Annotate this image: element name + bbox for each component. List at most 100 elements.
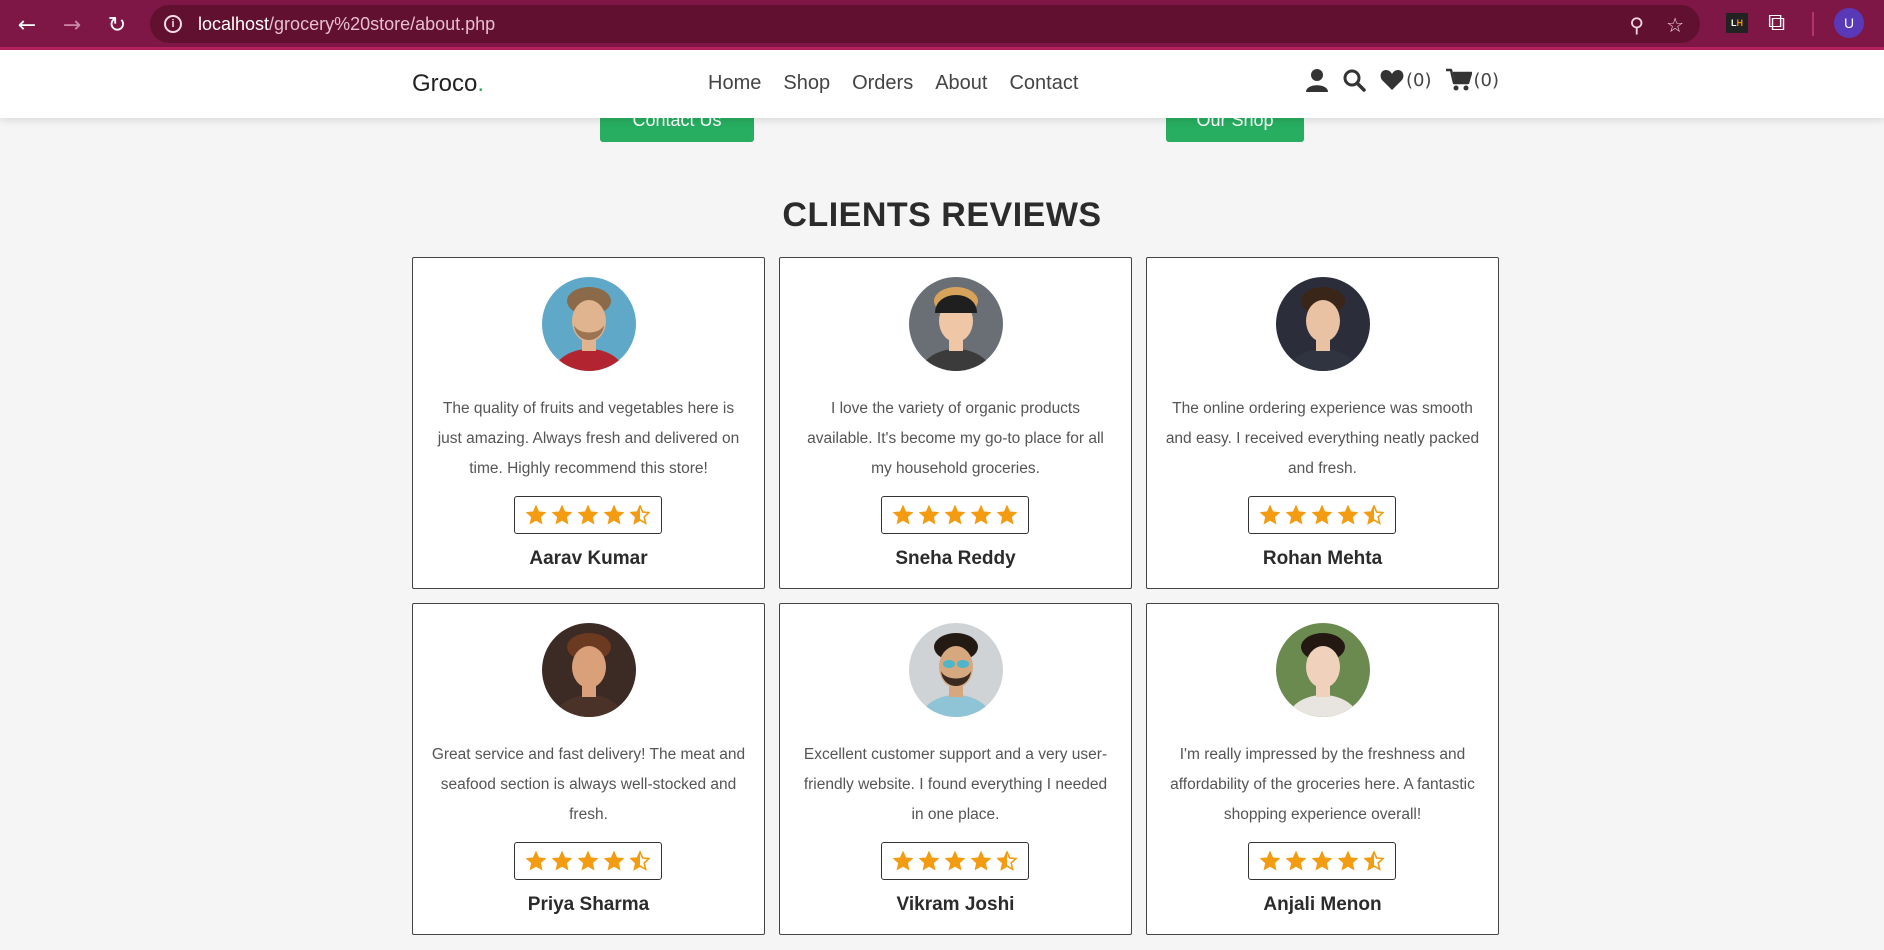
star-full-icon bbox=[526, 851, 546, 871]
star-full-icon bbox=[604, 505, 624, 525]
star-full-icon bbox=[893, 851, 913, 871]
nav-orders[interactable]: Orders bbox=[852, 72, 913, 95]
star-full-icon bbox=[1286, 505, 1306, 525]
url-path: /grocery%20store/about.php bbox=[269, 13, 496, 34]
star-full-icon bbox=[971, 505, 991, 525]
address-bar[interactable]: i localhost/grocery%20store/about.php ⚲ … bbox=[150, 5, 1700, 43]
wishlist-button[interactable]: (0) bbox=[1380, 69, 1432, 91]
nav-about[interactable]: About bbox=[935, 72, 987, 95]
reviewer-avatar bbox=[1276, 277, 1370, 371]
reviewer-avatar bbox=[909, 277, 1003, 371]
profile-avatar[interactable]: U bbox=[1834, 8, 1864, 38]
star-full-icon bbox=[945, 851, 965, 871]
nav-home[interactable]: Home bbox=[708, 72, 761, 95]
rating-stars bbox=[514, 496, 662, 534]
site-info-icon[interactable]: i bbox=[164, 15, 182, 33]
cart-count: (0) bbox=[1473, 69, 1500, 91]
star-full-icon bbox=[1338, 851, 1358, 871]
toolbar-divider bbox=[1812, 12, 1814, 36]
logo-text: Groco bbox=[412, 70, 478, 97]
reviewer-avatar bbox=[542, 623, 636, 717]
wishlist-count: (0) bbox=[1406, 69, 1432, 91]
rating-stars bbox=[1248, 842, 1396, 880]
portrait-image bbox=[1276, 623, 1370, 717]
star-full-icon bbox=[552, 505, 572, 525]
star-half-icon bbox=[1364, 505, 1384, 525]
ext-h: H bbox=[1736, 18, 1744, 28]
lighthouse-extension-icon[interactable]: LH bbox=[1726, 13, 1748, 33]
portrait-image bbox=[909, 623, 1003, 717]
reviewer-name: Priya Sharma bbox=[527, 894, 650, 915]
reviewer-avatar bbox=[1276, 623, 1370, 717]
star-full-icon bbox=[997, 505, 1017, 525]
review-card: Great service and fast delivery! The mea… bbox=[412, 603, 765, 935]
star-half-icon bbox=[997, 851, 1017, 871]
review-text: The quality of fruits and vegetables her… bbox=[437, 400, 740, 477]
star-full-icon bbox=[1312, 851, 1332, 871]
star-full-icon bbox=[1338, 505, 1358, 525]
site-header: Groco. Home Shop Orders About Contact (0… bbox=[0, 50, 1884, 118]
review-text: The online ordering experience was smoot… bbox=[1165, 400, 1480, 477]
cart-button[interactable]: (0) bbox=[1445, 68, 1500, 92]
reviewer-name: Sneha Reddy bbox=[895, 548, 1016, 569]
rating-stars bbox=[514, 842, 662, 880]
review-text: I love the variety of organic products a… bbox=[807, 400, 1104, 477]
portrait-image bbox=[1276, 277, 1370, 371]
review-card: I'm really impressed by the freshness an… bbox=[1146, 603, 1499, 935]
user-icon[interactable] bbox=[1306, 68, 1328, 92]
star-full-icon bbox=[919, 505, 939, 525]
reviewer-avatar bbox=[909, 623, 1003, 717]
reload-icon[interactable]: ↻ bbox=[102, 10, 132, 40]
star-full-icon bbox=[552, 851, 572, 871]
extensions-puzzle-icon[interactable]: ⧉ bbox=[1768, 8, 1785, 36]
star-full-icon bbox=[1260, 505, 1280, 525]
url-host: localhost bbox=[198, 13, 270, 34]
review-card: I love the variety of organic products a… bbox=[779, 257, 1132, 589]
review-card: Excellent customer support and a very us… bbox=[779, 603, 1132, 935]
star-full-icon bbox=[578, 505, 598, 525]
browser-toolbar: ← → ↻ i localhost/grocery%20store/about.… bbox=[0, 0, 1884, 50]
bookmark-star-icon[interactable]: ☆ bbox=[1666, 13, 1684, 37]
logo-dot: . bbox=[477, 70, 485, 97]
portrait-image bbox=[542, 277, 636, 371]
review-text: I'm really impressed by the freshness an… bbox=[1170, 746, 1475, 823]
star-full-icon bbox=[578, 851, 598, 871]
section-title: CLIENTS REVIEWS bbox=[782, 196, 1102, 234]
reviewer-avatar bbox=[542, 277, 636, 371]
heart-icon bbox=[1380, 70, 1404, 90]
portrait-image bbox=[542, 623, 636, 717]
star-full-icon bbox=[1260, 851, 1280, 871]
star-full-icon bbox=[604, 851, 624, 871]
review-card: The online ordering experience was smoot… bbox=[1146, 257, 1499, 589]
main-nav: Home Shop Orders About Contact bbox=[708, 72, 1078, 95]
star-full-icon bbox=[971, 851, 991, 871]
rating-stars bbox=[1248, 496, 1396, 534]
reviewer-name: Vikram Joshi bbox=[896, 894, 1015, 915]
portrait-image bbox=[909, 277, 1003, 371]
cart-icon bbox=[1445, 68, 1472, 91]
rating-stars bbox=[881, 496, 1029, 534]
star-full-icon bbox=[945, 505, 965, 525]
reviewer-name: Rohan Mehta bbox=[1262, 548, 1383, 569]
review-text: Great service and fast delivery! The mea… bbox=[431, 746, 746, 823]
star-full-icon bbox=[526, 505, 546, 525]
nav-contact[interactable]: Contact bbox=[1009, 72, 1078, 95]
search-icon[interactable] bbox=[1342, 68, 1366, 92]
forward-icon[interactable]: → bbox=[57, 10, 87, 40]
reviews-grid: The quality of fruits and vegetables her… bbox=[412, 257, 1500, 935]
back-icon[interactable]: ← bbox=[12, 10, 42, 40]
logo[interactable]: Groco. bbox=[412, 70, 484, 98]
star-half-icon bbox=[630, 505, 650, 525]
nav-shop[interactable]: Shop bbox=[783, 72, 830, 95]
reviewer-name: Anjali Menon bbox=[1263, 894, 1382, 915]
star-half-icon bbox=[630, 851, 650, 871]
star-full-icon bbox=[893, 505, 913, 525]
review-text: Excellent customer support and a very us… bbox=[803, 746, 1108, 823]
review-card: The quality of fruits and vegetables her… bbox=[412, 257, 765, 589]
star-full-icon bbox=[919, 851, 939, 871]
reviewer-name: Aarav Kumar bbox=[529, 548, 648, 569]
url-text[interactable]: localhost/grocery%20store/about.php bbox=[198, 14, 495, 35]
rating-stars bbox=[881, 842, 1029, 880]
header-icons: (0) (0) bbox=[1306, 68, 1499, 92]
zoom-icon[interactable]: ⚲ bbox=[1629, 13, 1644, 37]
